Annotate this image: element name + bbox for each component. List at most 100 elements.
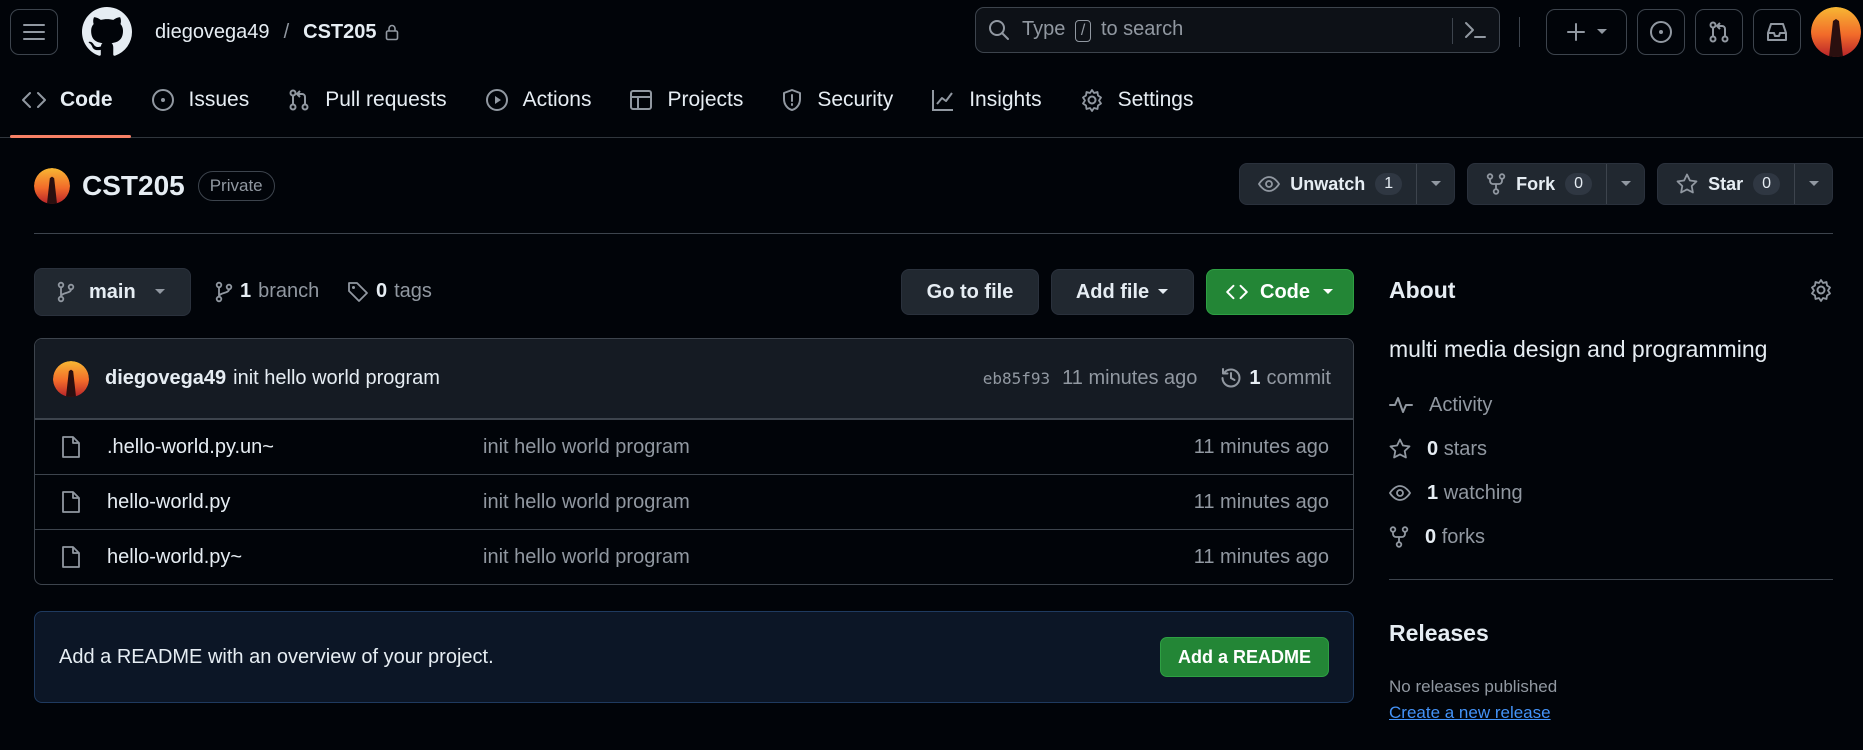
- inbox-icon: [1767, 23, 1787, 41]
- go-to-file-button[interactable]: Go to file: [901, 269, 1039, 315]
- commit-meta: eb85f93 11 minutes ago 1 commit: [983, 366, 1331, 390]
- visibility-badge: Private: [197, 171, 275, 201]
- activity-link[interactable]: Activity: [1389, 383, 1833, 427]
- chevron-down-icon: [1430, 181, 1441, 186]
- forks-count: 0: [1425, 525, 1437, 548]
- repo-description: multi media design and programming: [1389, 336, 1768, 362]
- inbox-button[interactable]: [1753, 9, 1801, 55]
- pulse-icon: [1389, 397, 1413, 413]
- watch-dropdown[interactable]: [1416, 164, 1454, 204]
- chevron-down-icon: [1323, 289, 1333, 294]
- stars-link[interactable]: 0 stars: [1389, 427, 1833, 471]
- star-icon: [1676, 173, 1698, 194]
- lock-icon: [385, 24, 399, 41]
- commit-history-link[interactable]: 1 commit: [1219, 366, 1331, 390]
- branch-name: main: [89, 280, 136, 303]
- fork-button[interactable]: Fork 0: [1467, 163, 1646, 205]
- tab-actions[interactable]: Actions: [483, 63, 610, 137]
- file-row[interactable]: hello-world.py init hello world program …: [35, 474, 1353, 529]
- star-label: Star: [1708, 173, 1744, 194]
- code-button[interactable]: Code: [1206, 269, 1354, 315]
- breadcrumb-separator: /: [283, 20, 290, 43]
- repo-actions: Unwatch 1 Fork 0 Star 0: [1239, 163, 1833, 205]
- file-commit-message[interactable]: init hello world program: [483, 546, 690, 569]
- top-right-actions: [1519, 7, 1861, 57]
- user-avatar[interactable]: [1811, 7, 1861, 57]
- commit-message[interactable]: init hello world program: [233, 367, 440, 390]
- search-input[interactable]: Type / to search: [975, 7, 1500, 53]
- owner-link[interactable]: diegovega49: [155, 21, 270, 44]
- commit-author[interactable]: diegovega49: [105, 367, 226, 390]
- tab-settings[interactable]: Settings: [1078, 63, 1212, 137]
- tab-projects[interactable]: Projects: [627, 63, 761, 137]
- forks-link[interactable]: 0 forks: [1389, 515, 1833, 559]
- branch-icon: [57, 281, 75, 303]
- activity-label: Activity: [1429, 393, 1493, 416]
- slash-key: /: [1074, 20, 1092, 42]
- pull-requests-button[interactable]: [1695, 9, 1743, 55]
- star-button[interactable]: Star 0: [1657, 163, 1833, 205]
- file-icon: [62, 491, 80, 513]
- commit-sha[interactable]: eb85f93: [983, 369, 1050, 388]
- chevron-down-icon: [1158, 289, 1169, 294]
- about-sidebar: About multi media design and programming…: [1389, 268, 1833, 723]
- tab-insights[interactable]: Insights: [929, 63, 1059, 137]
- file-name[interactable]: hello-world.py: [107, 491, 230, 514]
- file-row[interactable]: .hello-world.py.un~ init hello world pro…: [35, 419, 1353, 474]
- code-icon: [1226, 284, 1248, 300]
- issues-button[interactable]: [1637, 9, 1685, 55]
- repo-name[interactable]: CST205: [82, 170, 185, 202]
- gear-icon[interactable]: [1809, 278, 1833, 302]
- file-row[interactable]: hello-world.py~ init hello world program…: [35, 529, 1353, 584]
- tab-security[interactable]: Security: [779, 63, 911, 137]
- tab-pull-requests-label: Pull requests: [325, 88, 447, 111]
- plus-icon: [1566, 23, 1585, 41]
- add-file-label: Add file: [1075, 280, 1150, 303]
- tag-word: tags: [394, 280, 432, 302]
- star-dropdown[interactable]: [1794, 164, 1832, 204]
- hamburger-icon: [23, 24, 45, 40]
- file-time: 11 minutes ago: [1193, 545, 1329, 568]
- about-header: About: [1389, 268, 1833, 312]
- main-content: main 1 branch 0 tags Go to file Add file…: [34, 268, 1354, 703]
- branches-link[interactable]: 1 branch: [215, 280, 319, 303]
- tab-issues[interactable]: Issues: [149, 63, 268, 137]
- pull-request-icon: [1709, 21, 1729, 43]
- github-logo[interactable]: [82, 7, 132, 57]
- tab-code-label: Code: [60, 88, 113, 111]
- fork-label: Fork: [1516, 173, 1556, 194]
- menu-button[interactable]: [10, 9, 58, 55]
- branch-count: 1: [240, 280, 252, 302]
- issue-icon: [1650, 21, 1672, 43]
- fork-icon: [1389, 526, 1409, 548]
- unwatch-button[interactable]: Unwatch 1: [1239, 163, 1456, 205]
- create-release-link[interactable]: Create a new release: [1389, 703, 1833, 723]
- commit-author-avatar[interactable]: [53, 360, 89, 397]
- chevron-down-icon: [1596, 29, 1607, 34]
- repo-link[interactable]: CST205: [303, 21, 376, 44]
- star-icon: [1389, 438, 1411, 459]
- watching-link[interactable]: 1 watching: [1389, 471, 1833, 515]
- tags-link[interactable]: 0 tags: [347, 280, 432, 303]
- file-commit-message[interactable]: init hello world program: [483, 491, 690, 514]
- repo-owner-avatar[interactable]: [34, 168, 70, 204]
- file-name[interactable]: .hello-world.py.un~: [107, 436, 274, 459]
- releases-title[interactable]: Releases: [1389, 620, 1833, 647]
- fork-dropdown[interactable]: [1606, 164, 1644, 204]
- add-readme-button[interactable]: Add a README: [1159, 637, 1329, 677]
- tab-code[interactable]: Code: [10, 63, 131, 138]
- file-name[interactable]: hello-world.py~: [107, 546, 242, 569]
- tab-pull-requests[interactable]: Pull requests: [285, 63, 464, 137]
- issue-icon: [151, 89, 174, 111]
- branch-word: branch: [258, 280, 320, 302]
- command-palette-icon[interactable]: [1463, 19, 1487, 41]
- file-table: diegovega49 init hello world program eb8…: [34, 338, 1354, 585]
- toolbar-divider: [1519, 17, 1520, 47]
- tab-issues-label: Issues: [188, 88, 250, 111]
- branch-icon: [215, 281, 233, 302]
- add-file-button[interactable]: Add file: [1051, 269, 1194, 315]
- branch-selector[interactable]: main: [34, 268, 191, 316]
- file-commit-message[interactable]: init hello world program: [483, 436, 690, 459]
- create-new-button[interactable]: [1546, 9, 1627, 55]
- tab-projects-label: Projects: [667, 88, 744, 111]
